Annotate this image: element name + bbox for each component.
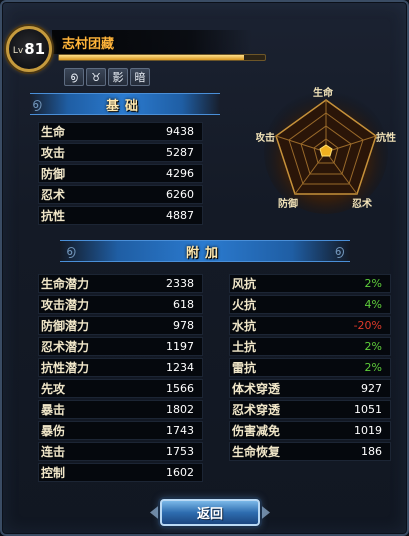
stat-row-add-right-6: 体术穿透 927 <box>229 379 391 398</box>
stat-value: 2% <box>364 340 382 353</box>
stat-label: 抗性潜力 <box>41 361 90 375</box>
stat-row-add-left-2: 攻击潜力 618 <box>38 295 203 314</box>
stat-value: 4296 <box>166 167 194 180</box>
stat-row-add-left-6: 先攻 1566 <box>38 379 203 398</box>
stat-value: 1602 <box>166 466 194 479</box>
back-button[interactable]: 返回 <box>160 499 260 526</box>
stat-row-add-right-2: 火抗 4% <box>229 295 391 314</box>
swirl-icon[interactable]: ൭ <box>64 68 84 86</box>
stat-row-add-right-3: 水抗 -20% <box>229 316 391 335</box>
stat-row-basic-3: 防御 4296 <box>38 164 203 183</box>
level-badge: Lv 81 <box>6 26 52 72</box>
level-number: 81 <box>24 40 46 58</box>
stat-row-add-left-10: 控制 1602 <box>38 463 203 482</box>
swirl-ornament-left-icon: ൭ <box>66 243 76 259</box>
stat-label: 生命潜力 <box>41 277 90 291</box>
stat-label: 雷抗 <box>232 361 257 375</box>
exp-bar <box>58 54 266 61</box>
stat-label: 连击 <box>41 445 66 459</box>
stat-value: 618 <box>173 298 194 311</box>
radar-label-attack: 攻击 <box>256 131 275 144</box>
horns-icon[interactable]: ♉ <box>86 68 106 86</box>
stat-value: 2338 <box>166 277 194 290</box>
stat-value: 5287 <box>166 146 194 159</box>
stat-value: 1743 <box>166 424 194 437</box>
stat-label: 攻击潜力 <box>41 298 90 312</box>
level-prefix: Lv <box>12 45 24 56</box>
character-name: 志村团藏 <box>62 37 115 52</box>
additional-section-banner: ൭ 附加 ൭ <box>60 240 350 262</box>
basic-section-banner: ൭ 基础 <box>30 93 220 115</box>
swirl-ornament-icon: ൭ <box>32 96 42 112</box>
stat-label: 控制 <box>41 466 66 480</box>
stat-value: 4% <box>364 298 382 311</box>
stat-label: 伤害减免 <box>232 424 281 438</box>
stat-row-basic-4: 忍术 6260 <box>38 185 203 204</box>
back-button-label: 返回 <box>196 507 223 522</box>
stat-value: 9438 <box>166 125 194 138</box>
stat-row-basic-1: 生命 9438 <box>38 122 203 141</box>
stat-value: -20% <box>353 319 382 332</box>
swirl-ornament-right-icon: ൭ <box>334 243 344 259</box>
radar-label-defense: 防御 <box>278 197 298 210</box>
stat-value: 6260 <box>166 188 194 201</box>
stat-row-add-left-1: 生命潜力 2338 <box>38 274 203 293</box>
stat-value: 927 <box>361 382 382 395</box>
additional-section-title: 附加 <box>185 245 224 261</box>
stat-value: 978 <box>173 319 194 332</box>
basic-section-title: 基础 <box>105 98 144 114</box>
stat-label: 攻击 <box>41 146 66 160</box>
stat-label: 忍术 <box>41 188 66 202</box>
stat-value: 4887 <box>166 209 194 222</box>
stat-label: 风抗 <box>232 277 257 291</box>
stat-row-add-right-8: 伤害减免 1019 <box>229 421 391 440</box>
stat-value: 2% <box>364 277 382 290</box>
stat-label: 水抗 <box>232 319 257 333</box>
stat-label: 防御潜力 <box>41 319 90 333</box>
stat-row-add-right-5: 雷抗 2% <box>229 358 391 377</box>
stat-value: 1051 <box>354 403 382 416</box>
stat-row-add-right-9: 生命恢复 186 <box>229 442 391 461</box>
stat-label: 土抗 <box>232 340 257 354</box>
stat-label: 体术穿透 <box>232 382 281 396</box>
stat-value: 1566 <box>166 382 194 395</box>
stat-value: 1019 <box>354 424 382 437</box>
stat-row-add-left-8: 暴伤 1743 <box>38 421 203 440</box>
buff-icon-row: ൭ ♉ 影 暗 <box>64 68 150 86</box>
stat-label: 暴击 <box>41 403 66 417</box>
stat-label: 火抗 <box>232 298 257 312</box>
stat-label: 先攻 <box>41 382 66 396</box>
stat-row-basic-5: 抗性 4887 <box>38 206 203 225</box>
stat-row-add-right-1: 风抗 2% <box>229 274 391 293</box>
stat-label: 暴伤 <box>41 424 66 438</box>
stat-row-add-left-5: 抗性潜力 1234 <box>38 358 203 377</box>
stat-value: 1234 <box>166 361 194 374</box>
stat-label: 生命恢复 <box>232 445 281 459</box>
stat-label: 忍术穿透 <box>232 403 281 417</box>
stat-label: 生命 <box>41 125 66 139</box>
stat-value: 1802 <box>166 403 194 416</box>
stat-label: 忍术潜力 <box>41 340 90 354</box>
dark-char-icon[interactable]: 暗 <box>130 68 150 86</box>
stat-row-add-left-9: 连击 1753 <box>38 442 203 461</box>
stat-label: 抗性 <box>41 209 66 223</box>
stat-row-add-right-7: 忍术穿透 1051 <box>229 400 391 419</box>
stat-row-basic-2: 攻击 5287 <box>38 143 203 162</box>
stat-value: 1753 <box>166 445 194 458</box>
exp-bar-fill <box>59 55 245 60</box>
stat-row-add-right-4: 土抗 2% <box>229 337 391 356</box>
radar-label-ninjutsu: 忍术 <box>352 197 372 210</box>
shadow-char-icon[interactable]: 影 <box>108 68 128 86</box>
stat-row-add-left-7: 暴击 1802 <box>38 400 203 419</box>
stat-row-add-left-3: 防御潜力 978 <box>38 316 203 335</box>
stat-value: 2% <box>364 361 382 374</box>
radar-label-resistance: 抗性 <box>376 131 396 144</box>
stat-radar-chart: 生命 抗性 忍术 防御 攻击 <box>256 86 396 214</box>
stat-value: 1197 <box>166 340 194 353</box>
radar-label-life: 生命 <box>313 86 334 99</box>
stat-value: 186 <box>361 445 382 458</box>
stat-row-add-left-4: 忍术潜力 1197 <box>38 337 203 356</box>
stat-label: 防御 <box>41 167 66 181</box>
